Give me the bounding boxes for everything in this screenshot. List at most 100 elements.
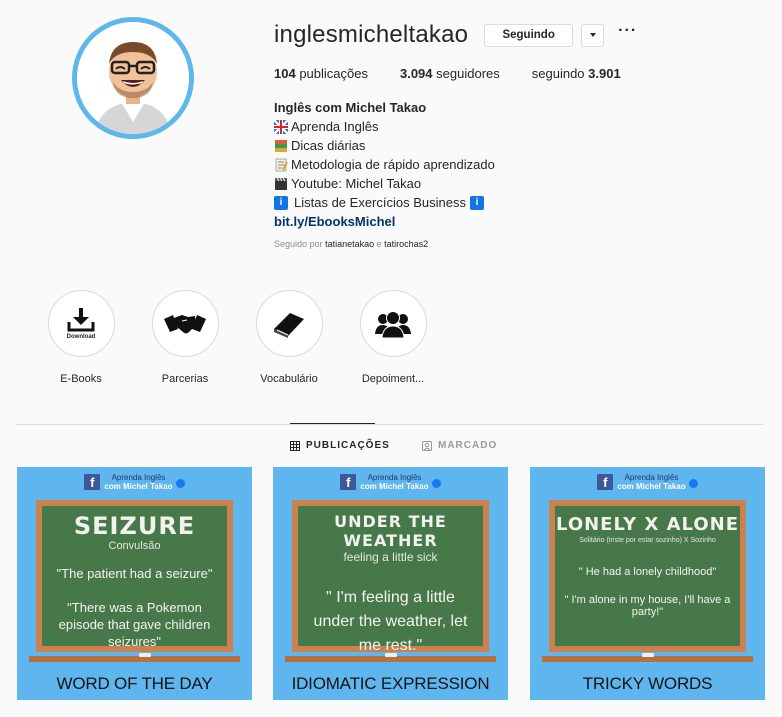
bio-line: Metodologia de rápido aprendizado <box>274 155 764 174</box>
chalkboard-tray <box>29 656 240 662</box>
highlight-ebooks[interactable]: Download E-Books <box>41 290 121 385</box>
post-brand-line: Aprenda Inglês <box>367 473 422 482</box>
highlight-label: Depoiment... <box>361 373 425 385</box>
like-icon <box>688 479 698 488</box>
tab-label: PUBLICAÇÕES <box>306 440 390 451</box>
highlight-cover[interactable]: Download <box>47 290 115 357</box>
bio-line: Aprenda Inglês <box>273 117 764 136</box>
followed-by-user[interactable]: tatirochas2 <box>384 239 428 249</box>
facebook-icon: f <box>340 474 357 490</box>
post-subtitle: feeling a little sick <box>343 550 438 564</box>
post-brand-line: com Michel Takao <box>104 482 173 491</box>
handshake-icon <box>164 314 206 333</box>
like-icon <box>431 479 441 488</box>
post-title: SEIZURE <box>73 512 196 540</box>
highlight-label: Vocabulário <box>260 373 318 385</box>
post-thumbnail[interactable]: f Aprenda Inglês com Michel Takao LONELY… <box>530 467 765 700</box>
group-icon <box>375 310 411 338</box>
post-brand-header: f Aprenda Inglês com Michel Takao <box>273 473 508 491</box>
profile-avatar[interactable] <box>77 22 189 134</box>
chalk-piece <box>139 653 151 657</box>
posts-stat: 104 publicações <box>274 66 368 81</box>
posts-label: publicações <box>299 66 368 81</box>
bio-link[interactable]: bit.ly/EbooksMichel <box>274 212 764 231</box>
posts-count: 104 <box>274 66 296 81</box>
highlight-parcerias[interactable]: Parcerias <box>145 290 225 385</box>
highlight-cover[interactable] <box>151 290 219 357</box>
highlight-cover[interactable] <box>255 290 323 357</box>
post-brand-header: f Aprenda Inglês com Michel Takao <box>17 473 252 491</box>
profile-avatar-ring[interactable] <box>72 17 194 139</box>
highlight-vocabulario[interactable]: Vocabulário <box>249 290 329 385</box>
tabs-divider <box>16 424 764 425</box>
avatar-illustration <box>77 22 189 134</box>
download-icon-caption: Download <box>66 333 96 340</box>
post-thumbnail[interactable]: f Aprenda Inglês com Michel Takao UNDER … <box>273 467 508 700</box>
tagged-user-icon <box>422 440 432 451</box>
post-subtitle: Solitário (triste por estar sozinho) X S… <box>579 537 716 544</box>
post-brand-line: com Michel Takao <box>360 482 429 491</box>
clapper-icon <box>274 177 288 191</box>
memo-icon <box>274 158 288 172</box>
followed-by-conjunction: e <box>376 239 382 249</box>
chalkboard-frame: UNDER THE WEATHER feeling a little sick … <box>292 500 489 654</box>
facebook-icon: f <box>597 474 614 490</box>
post-subtitle: Convulsão <box>108 540 161 552</box>
chalkboard: SEIZURE Convulsão "The patient had a sei… <box>42 506 227 649</box>
highlight-cover[interactable] <box>359 290 427 357</box>
following-button[interactable]: Seguindo <box>484 23 574 47</box>
post-quote: "The patient had a seizure" <box>56 566 213 581</box>
chalkboard: LONELY X ALONE Solitário (triste por est… <box>555 506 740 646</box>
highlight-label: Parcerias <box>161 373 209 385</box>
post-title: UNDER THE WEATHER <box>334 512 447 550</box>
profile-header-row: inglesmicheltakao Seguindo ··· <box>274 18 764 52</box>
followers-label: seguidores <box>436 66 500 81</box>
active-tab-indicator <box>290 423 375 424</box>
followers-stat[interactable]: 3.094 seguidores <box>400 66 500 81</box>
chalk-piece <box>642 653 654 657</box>
facebook-icon: f <box>84 474 101 490</box>
post-footer-label: IDIOMATIC EXPRESSION <box>291 674 490 693</box>
highlight-depoimentos[interactable]: Depoiment... <box>353 290 433 385</box>
post-brand-header: f Aprenda Inglês com Michel Takao <box>530 473 765 491</box>
post-quote: "There was a Pokemon episode that gave c… <box>58 600 211 649</box>
followers-count: 3.094 <box>399 66 433 81</box>
bio-line-text: Youtube: Michel Takao <box>291 176 422 191</box>
download-icon <box>67 307 95 331</box>
following-count: 3.901 <box>588 66 621 81</box>
followed-by-user[interactable]: tatianetakao <box>325 239 374 249</box>
post-quote: " He had a lonely childhood" <box>578 566 717 578</box>
english-flag-icon <box>273 118 289 135</box>
post-brand-line: Aprenda Inglês <box>111 473 166 482</box>
bio-line-text: Dicas diárias <box>291 138 366 153</box>
bio-line-text: Aprenda Inglês <box>291 119 379 134</box>
book-icon <box>274 312 304 338</box>
profile-full-name: Inglês com Michel Takao <box>274 100 427 115</box>
suggestions-dropdown-button[interactable] <box>581 23 605 47</box>
bio-line: Dicas diárias <box>274 136 764 155</box>
books-icon <box>274 139 288 153</box>
username: inglesmicheltakao <box>274 21 469 48</box>
post-footer-label: TRICKY WORDS <box>582 674 713 693</box>
chalkboard-frame: LONELY X ALONE Solitário (triste por est… <box>549 500 746 652</box>
chalkboard-frame: SEIZURE Convulsão "The patient had a sei… <box>36 500 233 652</box>
post-thumbnail[interactable]: f Aprenda Inglês com Michel Takao SEIZUR… <box>17 467 252 700</box>
chevron-down-icon <box>589 33 596 37</box>
bio-line-text: Metodologia de rápido aprendizado <box>291 157 495 172</box>
following-stat[interactable]: seguindo 3.901 <box>532 66 621 81</box>
bio-line: i Listas de Exercícios Business i <box>274 193 764 212</box>
chalk-piece <box>385 653 397 657</box>
tab-publicacoes[interactable]: PUBLICAÇÕES <box>290 440 390 451</box>
chalkboard: UNDER THE WEATHER feeling a little sick … <box>298 506 483 654</box>
highlight-label: E-Books <box>60 373 102 385</box>
post-brand: Aprenda Inglês com Michel Takao <box>104 473 172 491</box>
profile-info: inglesmicheltakao Seguindo ··· 104 publi… <box>273 18 764 249</box>
post-brand-line: Aprenda Inglês <box>624 473 679 482</box>
post-title: LONELY X ALONE <box>555 514 740 535</box>
grid-icon <box>290 440 300 451</box>
more-options-icon[interactable]: ··· <box>618 23 637 44</box>
following-label: seguindo <box>531 66 585 81</box>
tab-marcado[interactable]: MARCADO <box>422 440 497 451</box>
info-icon: i <box>274 195 288 210</box>
bio-line: Youtube: Michel Takao <box>274 174 764 193</box>
